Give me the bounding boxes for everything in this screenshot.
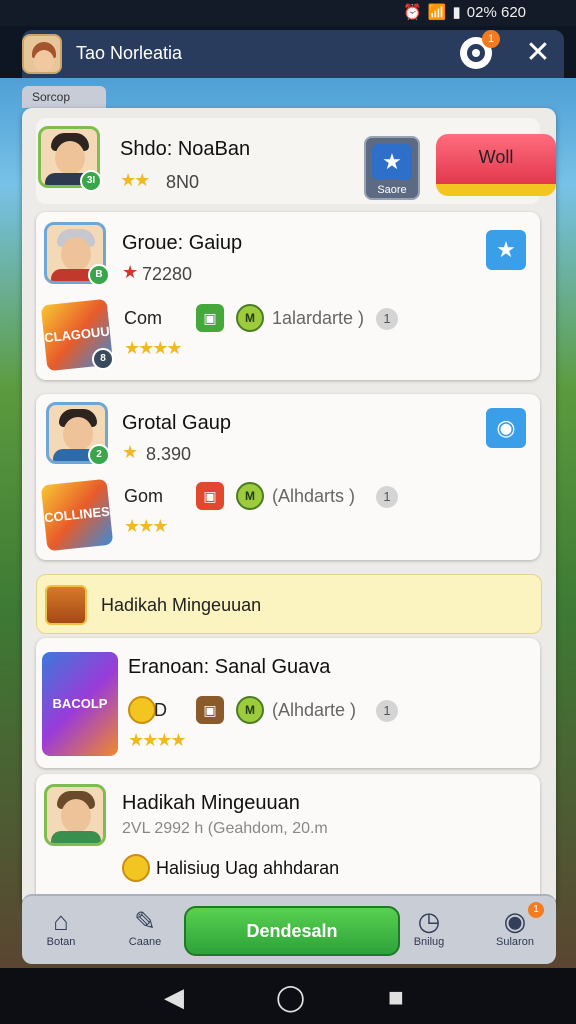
target-icon: ◉ <box>496 415 516 440</box>
edit-icon: ✎ <box>134 906 156 936</box>
back-icon: ◀ <box>164 982 184 1012</box>
notification-badge: 1 <box>482 30 500 48</box>
count-badge: 1 <box>376 308 398 330</box>
primary-button[interactable]: Dendesaln <box>184 906 400 956</box>
panel-tab[interactable]: Sorcop <box>22 86 106 108</box>
action-button[interactable]: Woll <box>436 134 556 196</box>
weekly-reward-banner[interactable]: Hadikah Mingeuuan <box>36 574 542 634</box>
coin-icon: M <box>236 696 264 724</box>
gem-label: Gom <box>124 486 164 506</box>
count-badge: 1 <box>376 700 398 722</box>
event-card[interactable]: BACOLP Eranoan: Sanal Guava D ▣ M (Alhda… <box>36 638 540 768</box>
coin-icon <box>128 696 156 724</box>
app-title: Tao Norleatia <box>76 43 183 63</box>
event-link[interactable]: (Alhdarte ) <box>272 700 356 721</box>
reward-title: Hadikah Mingeuuan <box>122 792 300 814</box>
group-score: 72280 <box>142 264 193 284</box>
rating-stars: ★ <box>122 442 138 462</box>
rating-stars: ★★★ <box>124 516 168 536</box>
chest-icon: ▣ <box>196 304 224 332</box>
coin-icon: M <box>236 482 264 510</box>
group-score: 8.390 <box>146 444 192 464</box>
rating-stars: ★★★★ <box>128 730 187 750</box>
coin-icon: M <box>236 304 264 332</box>
event-image: BACOLP <box>42 652 118 756</box>
status-bar: ⏰ 📶 ▮ 02% 620 <box>0 0 576 26</box>
star-icon: ★ <box>496 237 516 262</box>
group-card[interactable]: B Groue: Gaiup ★ 72280 ★ CLAGOUU 8 Com ▣… <box>36 212 540 380</box>
nav-label: Caane <box>128 936 162 948</box>
nav-clock[interactable]: ◷ Bnilug <box>394 906 464 948</box>
group-link[interactable]: 1alardarte ) <box>272 308 364 329</box>
back-button[interactable]: ◀ <box>164 982 184 1013</box>
system-nav-bar: ◀ ◯ ■ <box>0 968 576 1024</box>
rating-stars: ★ <box>122 262 138 282</box>
square-icon: ■ <box>388 982 404 1012</box>
nav-label: Botan <box>46 936 76 948</box>
app-header: Tao Norleatia 1 ✕ <box>22 30 564 78</box>
top-player-card[interactable]: 3I Shdo: NoaBan ★★ 8N0 ★ Saore Woll <box>36 118 556 204</box>
banner-text: Hadikah Mingeuuan <box>101 595 262 615</box>
circle-icon: ◯ <box>276 982 306 1012</box>
close-button[interactable]: ✕ <box>522 38 554 70</box>
nav-badge: 1 <box>528 902 544 918</box>
rating-stars: ★★ <box>120 170 150 190</box>
event-name: Eranoan: Sanal Guava <box>128 656 331 678</box>
group-card[interactable]: 2 Grotal Gaup ★ 8.390 ◉ COLLINES Gom ▣ M… <box>36 394 540 560</box>
level-badge: B <box>88 264 110 286</box>
alarm-icon: ⏰ <box>403 4 422 21</box>
nav-label: Sularon <box>496 936 534 948</box>
count-badge: 1 <box>376 486 398 508</box>
close-icon: ✕ <box>525 36 551 69</box>
group-name: Grotal Gaup <box>122 412 231 434</box>
chest-icon: ▣ <box>196 696 224 724</box>
wifi-icon: 📶 <box>427 4 447 21</box>
coin-icon <box>122 854 150 882</box>
star-icon: ★ <box>372 144 412 180</box>
chest-icon: ▣ <box>196 482 224 510</box>
reward-line: Halisiug Uag ahhdaran <box>156 858 340 878</box>
rating-stars: ★★★★ <box>124 338 183 358</box>
star-button[interactable]: ★ Saore <box>364 136 420 200</box>
battery-icon: ▮ <box>452 4 461 21</box>
badge-level: 8 <box>92 348 114 370</box>
group-link[interactable]: (Alhdarts ) <box>272 486 355 507</box>
gem-label: Com <box>124 308 163 328</box>
home-button[interactable]: ◯ <box>276 982 305 1013</box>
player-name: Shdo: NoaBan <box>120 138 251 160</box>
target-button[interactable]: ◉ <box>486 408 526 448</box>
level-badge: 3I <box>80 170 102 192</box>
star-button-label: Saore <box>377 184 407 196</box>
app-avatar[interactable] <box>22 34 62 74</box>
bottom-nav: ⌂ Botan ✎ Caane Dendesaln ◷ Bnilug ◉ Sul… <box>22 894 556 964</box>
reward-subtitle: 2VL 2992 h (Geahdom, 20.m <box>122 820 328 837</box>
status-time: 02% 620 <box>466 3 526 21</box>
reward-card[interactable]: Hadikah Mingeuuan 2VL 2992 h (Geahdom, 2… <box>36 774 540 908</box>
leaderboard-panel: 3I Shdo: NoaBan ★★ 8N0 ★ Saore Woll B Gr… <box>22 108 556 908</box>
nav-home[interactable]: ⌂ Botan <box>26 906 96 948</box>
player-score: 8N0 <box>166 172 200 192</box>
group-name: Groue: Gaiup <box>122 232 243 254</box>
level-badge: 2 <box>88 444 110 466</box>
group-badge: COLLINES <box>40 478 114 552</box>
clock-icon: ◷ <box>417 906 441 936</box>
nav-edit[interactable]: ✎ Caane <box>110 906 180 948</box>
avatar <box>44 784 106 846</box>
favorite-button[interactable]: ★ <box>486 230 526 270</box>
gem-label: D <box>154 700 167 720</box>
recents-button[interactable]: ■ <box>388 982 404 1013</box>
home-icon: ⌂ <box>53 906 69 936</box>
chest-icon <box>45 585 87 625</box>
nav-label: Bnilug <box>413 936 445 948</box>
